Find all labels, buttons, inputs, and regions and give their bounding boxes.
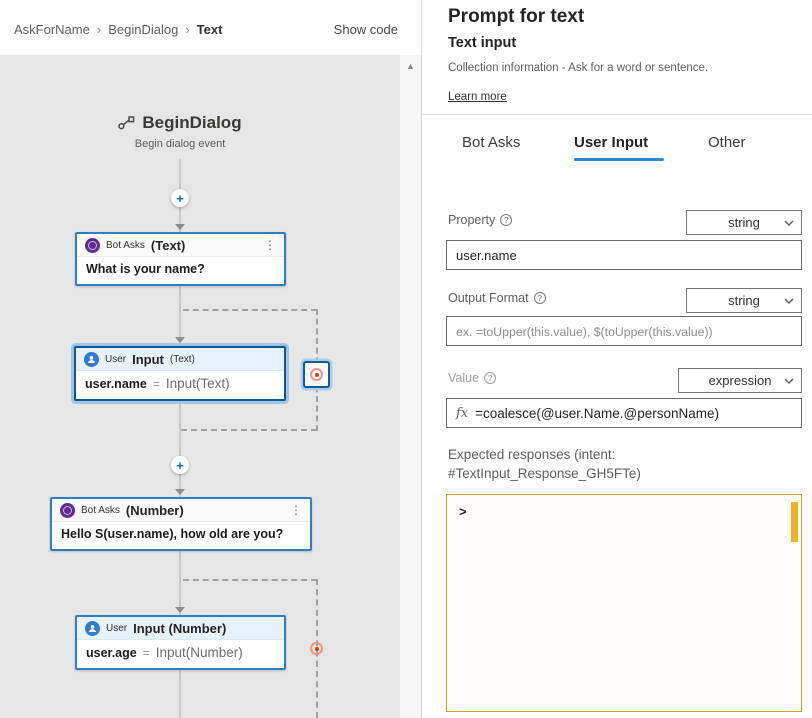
flow-canvas[interactable]: BeginDialog Begin dialog event Bot Asks … <box>0 55 400 718</box>
user-icon <box>84 351 99 367</box>
loop-marker[interactable] <box>310 642 323 655</box>
node-message: What is your name? <box>86 262 205 276</box>
assign-property: user.name <box>85 377 147 391</box>
chevron-down-icon <box>784 298 794 304</box>
value-expression-input[interactable]: fx =coalesce(@user.Name.@personName) <box>446 398 802 428</box>
help-icon[interactable] <box>533 292 546 304</box>
node-menu-icon[interactable] <box>290 504 302 516</box>
begin-dialog-icon <box>118 116 135 130</box>
properties-panel: Prompt for text Text input Collection in… <box>422 0 812 718</box>
canvas-toolbar: AskForName BeginDialog Text Show code <box>0 0 422 55</box>
assign-value: Input(Number) <box>155 645 243 660</box>
add-node-button[interactable] <box>171 456 189 474</box>
assign-property: user.age <box>86 646 137 660</box>
connector-arrow-icon <box>175 607 185 613</box>
panel-subtitle: Text input <box>448 35 517 51</box>
bot-icon <box>85 237 100 253</box>
node-type-suffix: (Text) <box>169 353 195 365</box>
node-label: Bot Asks <box>81 504 120 516</box>
output-format-label: Output Format <box>448 291 546 305</box>
loop-target-icon <box>310 368 323 381</box>
bot-composer-window: AskForName BeginDialog Text Show code Be… <box>0 0 812 718</box>
loop-path <box>181 429 317 431</box>
node-label: User <box>105 353 127 365</box>
assign-value: Input(Text) <box>165 376 230 391</box>
property-type-dropdown[interactable]: string <box>686 210 802 235</box>
help-icon[interactable] <box>484 372 497 384</box>
assign-operator: = <box>142 646 150 660</box>
node-message: Hello S(user.name), how old are you? <box>61 527 284 541</box>
property-label: Property <box>448 213 513 227</box>
node-bot-asks-number[interactable]: Bot Asks (Number) Hello S(user.name), ho… <box>50 497 312 551</box>
output-format-input[interactable] <box>446 316 802 346</box>
tab-bot-asks[interactable]: Bot Asks <box>462 134 520 151</box>
fx-icon: fx <box>456 405 469 421</box>
node-menu-icon[interactable] <box>264 239 276 251</box>
panel-title: Prompt for text <box>448 6 585 27</box>
breadcrumb-separator-icon <box>97 22 101 37</box>
node-type: Input <box>132 351 164 367</box>
help-icon[interactable] <box>500 214 513 226</box>
connector-arrow-icon <box>175 337 185 343</box>
user-icon <box>85 620 100 636</box>
add-node-button[interactable] <box>171 189 189 207</box>
output-format-type-dropdown[interactable]: string <box>686 288 802 313</box>
editor-scrollbar-thumb[interactable] <box>791 502 798 542</box>
learn-more-link[interactable]: Learn more <box>448 91 507 103</box>
breadcrumb-item-dialog[interactable]: AskForName <box>14 22 90 37</box>
trigger-subtitle: Begin dialog event <box>134 138 226 150</box>
expected-responses-label: Expected responses (intent: #TextInput_R… <box>448 447 641 481</box>
connector-arrow-icon <box>175 224 185 230</box>
node-type: (Text) <box>150 237 186 253</box>
node-user-input-number[interactable]: User Input (Number) user.age = Input(Num… <box>75 615 286 670</box>
breadcrumb-item-current: Text <box>196 22 223 37</box>
value-label: Value <box>448 371 497 385</box>
loop-marker-selected[interactable] <box>303 361 330 388</box>
trigger-title: BeginDialog <box>142 113 242 132</box>
breadcrumb-separator-icon <box>185 22 189 37</box>
editor-prompt: > <box>459 504 467 519</box>
loop-path <box>183 309 317 311</box>
expected-responses-editor[interactable]: > <box>446 494 802 712</box>
trigger-node[interactable]: BeginDialog Begin dialog event <box>55 113 305 150</box>
chevron-down-icon <box>784 220 794 226</box>
tab-user-input[interactable]: User Input <box>574 134 648 151</box>
show-code-button[interactable]: Show code <box>334 22 398 37</box>
node-label: Bot Asks <box>106 239 145 251</box>
value-type-dropdown[interactable]: expression <box>678 368 802 393</box>
node-type: (Number) <box>125 502 184 518</box>
panel-description: Collection information - Ask for a word … <box>448 62 709 74</box>
bot-icon <box>60 502 75 518</box>
tab-other[interactable]: Other <box>708 134 746 151</box>
node-user-input-text[interactable]: User Input (Text) user.name = Input(Text… <box>74 346 286 401</box>
property-input[interactable] <box>446 240 802 270</box>
active-tab-indicator <box>574 158 664 161</box>
connector-arrow-icon <box>175 489 185 495</box>
panel-header-divider <box>422 114 812 115</box>
breadcrumb: AskForName BeginDialog Text <box>14 22 222 37</box>
node-bot-asks-text[interactable]: Bot Asks (Text) What is your name? <box>75 232 286 286</box>
loop-path <box>183 579 317 581</box>
chevron-down-icon <box>784 378 794 384</box>
node-type: Input (Number) <box>133 620 227 636</box>
breadcrumb-item-trigger[interactable]: BeginDialog <box>108 22 178 37</box>
node-label: User <box>106 622 128 634</box>
assign-operator: = <box>152 377 160 391</box>
loop-target-icon <box>310 642 323 655</box>
canvas-scrollbar[interactable]: ▲ <box>400 55 421 718</box>
scroll-up-icon[interactable]: ▲ <box>400 61 421 71</box>
